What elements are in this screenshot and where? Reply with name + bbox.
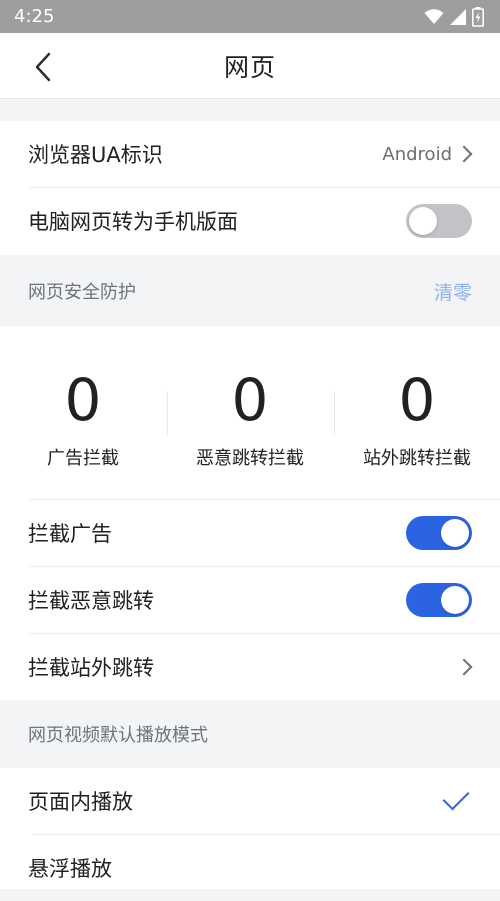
block-ads-toggle[interactable]: [406, 516, 472, 550]
page-title: 网页: [223, 53, 276, 82]
security-group: 0 广告拦截 0 恶意跳转拦截 0 站外跳转拦截 拦截广告 拦截恶意跳转 拦截站…: [0, 326, 500, 700]
video-option-label: 悬浮播放: [28, 857, 112, 881]
status-icons: [424, 6, 484, 27]
video-options-group: 页面内播放 悬浮播放: [0, 768, 500, 889]
stat-label: 恶意跳转拦截: [196, 448, 304, 469]
toggle-knob: [441, 586, 469, 614]
video-option-floating[interactable]: 悬浮播放: [0, 835, 500, 901]
stat-external-redirect: 0 站外跳转拦截: [334, 326, 500, 501]
video-option-inline[interactable]: 页面内播放: [0, 768, 500, 834]
stat-value: 0: [398, 366, 436, 434]
stat-label: 广告拦截: [47, 448, 119, 469]
block-malicious-toggle[interactable]: [406, 583, 472, 617]
status-bar: 4:25: [0, 0, 500, 33]
security-section-title: 网页安全防护: [28, 282, 136, 303]
clear-button[interactable]: 清零: [434, 278, 472, 305]
check-icon: [442, 783, 470, 811]
browser-settings-group: 浏览器UA标识 Android 电脑网页转为手机版面: [0, 121, 500, 255]
desktop-to-mobile-row: 电脑网页转为手机版面: [0, 188, 500, 254]
block-ads-label: 拦截广告: [28, 522, 112, 546]
video-section-header: 网页视频默认播放模式: [0, 700, 500, 768]
ua-row[interactable]: 浏览器UA标识 Android: [0, 121, 500, 187]
stat-ad-block: 0 广告拦截: [0, 326, 166, 501]
block-external-label: 拦截站外跳转: [28, 656, 154, 680]
block-external-arrow: [455, 658, 473, 676]
ua-label: 浏览器UA标识: [28, 143, 163, 167]
wifi-icon: [424, 8, 444, 24]
status-time: 4:25: [14, 6, 55, 27]
ua-value: Android: [382, 143, 473, 165]
desktop-to-mobile-toggle[interactable]: [406, 204, 472, 238]
battery-icon: [472, 6, 484, 27]
signal-icon: [450, 8, 466, 25]
stat-label: 站外跳转拦截: [363, 448, 471, 469]
block-external-row[interactable]: 拦截站外跳转: [0, 634, 500, 700]
block-ads-row: 拦截广告: [0, 500, 500, 566]
video-option-label: 页面内播放: [28, 790, 133, 814]
chevron-right-icon: [455, 145, 473, 163]
stat-value: 0: [231, 366, 269, 434]
app-bar: 网页: [0, 33, 500, 99]
security-section-header: 网页安全防护 清零: [0, 256, 500, 326]
block-malicious-row: 拦截恶意跳转: [0, 567, 500, 633]
ua-value-text: Android: [382, 143, 452, 165]
toggle-knob: [409, 207, 437, 235]
chevron-right-icon: [455, 658, 473, 676]
block-malicious-label: 拦截恶意跳转: [28, 589, 154, 613]
stat-malicious-redirect: 0 恶意跳转拦截: [167, 326, 333, 501]
desktop-to-mobile-label: 电脑网页转为手机版面: [28, 210, 238, 234]
toggle-knob: [441, 519, 469, 547]
video-section-title: 网页视频默认播放模式: [28, 725, 208, 746]
stat-value: 0: [64, 366, 102, 434]
